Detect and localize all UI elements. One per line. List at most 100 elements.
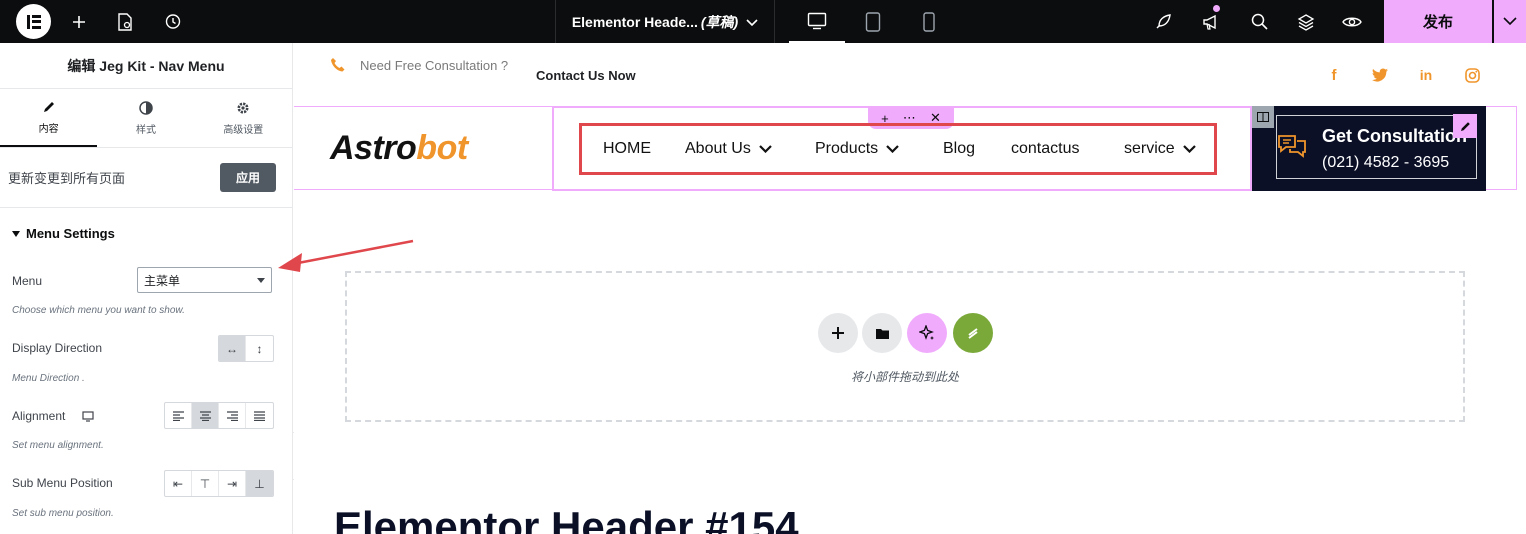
menu-select-value: 主菜单 <box>144 273 181 288</box>
nav-item-products[interactable]: Products <box>815 140 899 158</box>
global-apply-row: 更新变更到所有页面 应用 <box>0 148 292 208</box>
twitter-icon[interactable] <box>1370 65 1390 85</box>
plus-icon <box>832 327 844 339</box>
nav-item-blog[interactable]: Blog <box>943 140 975 158</box>
instagram-icon[interactable] <box>1462 65 1482 85</box>
direction-help: Menu Direction . <box>12 373 85 384</box>
caret-down-icon <box>12 230 20 237</box>
align-right-icon[interactable] <box>219 403 246 428</box>
position-left-icon[interactable]: ⇤ <box>165 471 192 496</box>
pencil-icon <box>43 101 54 112</box>
logo-text-accent: bot <box>416 129 468 167</box>
document-status: (草稿) <box>700 13 739 30</box>
submenu-help: Set sub menu position. <box>12 508 114 519</box>
document-title-dropdown[interactable]: Elementor Heade... (草稿) <box>555 0 775 43</box>
tab-label: 样式 <box>135 124 156 136</box>
column-handle-icon[interactable] <box>1252 106 1274 128</box>
alignment-label: Alignment <box>12 409 66 423</box>
contact-us-link[interactable]: Contact Us Now <box>536 68 636 83</box>
align-center-icon[interactable] <box>192 403 219 428</box>
document-title: Elementor Heade... <box>571 13 698 30</box>
add-section-button[interactable] <box>818 313 858 353</box>
consultation-line: Need Free Consultation ? <box>330 57 508 73</box>
editor-panel: 编辑 Jeg Kit - Nav Menu 内容 样式 高级设置 更新变更到所有… <box>0 43 293 534</box>
nav-item-home[interactable]: HOME <box>603 140 651 158</box>
menu-select[interactable]: 主菜单 <box>137 267 272 293</box>
editor-topbar: Elementor Heade... (草稿) 发布 <box>0 0 1526 43</box>
publish-options-button[interactable] <box>1493 0 1526 43</box>
tablet-icon[interactable] <box>845 0 901 43</box>
nav-item-label: service <box>1124 140 1175 157</box>
menu-label: Menu <box>12 274 43 288</box>
caret-down-icon <box>257 277 265 283</box>
nav-item-label: About Us <box>685 140 751 157</box>
facebook-icon[interactable]: f <box>1324 65 1344 85</box>
position-bottom-icon[interactable]: ⊥ <box>246 471 273 496</box>
elementor-logo-icon[interactable] <box>16 4 51 39</box>
tab-label: 高级设置 <box>223 124 264 136</box>
position-right-icon[interactable]: ⇥ <box>219 471 246 496</box>
publish-button[interactable]: 发布 <box>1384 0 1492 43</box>
nav-item-contactus[interactable]: contactus <box>1011 140 1079 158</box>
submenu-position-toggle: ⇤ ⊤ ⇥ ⊥ <box>164 470 274 497</box>
template-library-button[interactable] <box>862 313 902 353</box>
align-left-icon[interactable] <box>165 403 192 428</box>
tab-content[interactable]: 内容 <box>0 89 98 147</box>
nav-item-about[interactable]: About Us <box>685 140 772 158</box>
add-icon[interactable] <box>64 0 94 43</box>
page-title: Elementor Header #154 <box>334 503 799 534</box>
desktop-icon[interactable] <box>789 0 845 43</box>
site-logo[interactable]: Astrobot <box>330 129 468 168</box>
mobile-icon[interactable] <box>901 0 957 43</box>
jeg-kit-logo-icon <box>968 328 978 339</box>
alignment-help: Set menu alignment. <box>12 440 104 451</box>
vertical-arrows-icon[interactable]: ↕ <box>246 336 273 361</box>
menu-help: Choose which menu you want to show. <box>12 305 185 316</box>
chevron-down-icon <box>1182 145 1196 153</box>
nav-item-service[interactable]: service <box>1124 140 1196 158</box>
cta-phone: (021) 4582 - 3695 <box>1322 154 1450 171</box>
layers-icon[interactable] <box>1291 0 1321 43</box>
direction-toggle: ↔ ↕ <box>218 335 274 362</box>
preview-canvas: Need Free Consultation ? Contact Us Now … <box>294 43 1526 534</box>
page-settings-icon[interactable] <box>110 0 140 43</box>
chevron-down-icon <box>1503 17 1517 26</box>
notification-dot <box>1213 5 1220 12</box>
nav-item-label: HOME <box>603 140 651 157</box>
linkedin-icon[interactable]: in <box>1416 65 1436 85</box>
chevron-down-icon <box>759 145 772 153</box>
apply-description: 更新变更到所有页面 <box>8 171 126 186</box>
tab-style[interactable]: 样式 <box>97 89 194 147</box>
horizontal-arrows-icon[interactable]: ↔ <box>219 336 246 361</box>
widget-drop-zone[interactable] <box>345 271 1465 422</box>
ai-button[interactable] <box>907 313 947 353</box>
section-toggle-menu-settings[interactable]: Menu Settings <box>12 226 115 241</box>
align-justify-icon[interactable] <box>246 403 273 428</box>
alignment-toggle <box>164 402 274 429</box>
direction-label: Display Direction <box>12 341 103 355</box>
jeg-kit-button[interactable] <box>953 313 993 353</box>
sparkle-icon <box>919 325 934 340</box>
rocket-icon[interactable] <box>1148 0 1178 43</box>
chevron-down-icon <box>886 145 899 153</box>
tab-advanced[interactable]: 高级设置 <box>195 89 292 147</box>
edit-pencil-icon[interactable] <box>1453 114 1477 138</box>
folder-icon <box>875 328 889 339</box>
section-title: Menu Settings <box>26 226 115 241</box>
chevron-down-icon <box>746 14 758 30</box>
gear-icon <box>237 102 249 113</box>
cta-title: Get Consultation <box>1322 126 1467 146</box>
drop-zone-hint: 将小部件拖动到此处 <box>850 370 959 384</box>
nav-item-label: contactus <box>1011 140 1080 157</box>
megaphone-icon[interactable] <box>1196 0 1226 43</box>
logo-text-primary: Astro <box>330 129 417 167</box>
nav-item-label: Blog <box>943 140 976 157</box>
history-icon[interactable] <box>157 0 187 43</box>
apply-button[interactable]: 应用 <box>220 163 276 192</box>
chat-bubbles-icon <box>1277 133 1307 161</box>
desktop-responsive-icon[interactable] <box>82 409 94 427</box>
position-top-icon[interactable]: ⊤ <box>192 471 219 496</box>
phone-icon <box>331 58 345 72</box>
preview-eye-icon[interactable] <box>1337 0 1367 43</box>
search-icon[interactable] <box>1244 0 1274 43</box>
